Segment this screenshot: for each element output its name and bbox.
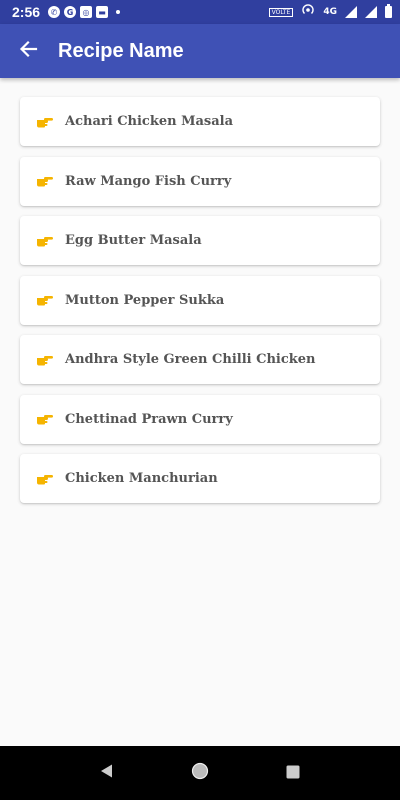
status-bar: 2:56 ✆ G ◎ ▬ VOLTE 4G: [0, 0, 400, 24]
page-title: Recipe Name: [58, 39, 184, 62]
recipe-label: Raw Mango Fish Curry: [65, 173, 232, 189]
recipe-item[interactable]: Achari Chicken Masala: [20, 97, 380, 146]
recipe-item[interactable]: Raw Mango Fish Curry: [20, 156, 380, 206]
recipe-item[interactable]: Egg Butter Masala: [20, 216, 380, 265]
google-icon: G: [64, 6, 77, 18]
app-bar: Recipe Name: [0, 24, 400, 78]
recipe-item[interactable]: Mutton Pepper Sukka: [20, 275, 380, 325]
circle-home-icon: [191, 762, 209, 784]
pointing-hand-icon: [36, 292, 56, 308]
nav-back-button[interactable]: [87, 753, 127, 793]
recipe-item[interactable]: Chicken Manchurian: [20, 454, 380, 503]
nav-home-button[interactable]: [180, 753, 220, 793]
pointing-hand-icon: [36, 233, 56, 249]
system-nav-bar: [0, 746, 400, 800]
signal-icon: [345, 6, 357, 18]
recipe-label: Chicken Manchurian: [65, 471, 218, 486]
pointing-hand-icon: [36, 471, 56, 487]
status-time: 2:56: [12, 4, 41, 20]
recipe-label: Chettinad Prawn Curry: [65, 411, 233, 427]
signal-no-service-icon: [365, 6, 377, 18]
back-button[interactable]: [0, 24, 56, 78]
recipe-list: Achari Chicken Masala Raw Mango Fish Cur…: [20, 97, 380, 514]
volte-icon: VOLTE: [268, 7, 294, 17]
triangle-back-icon: [99, 763, 115, 783]
more-notifications-icon: [116, 10, 121, 14]
whatsapp-icon: ✆: [48, 6, 61, 18]
network-type: 4G: [323, 6, 337, 17]
square-recents-icon: [286, 764, 300, 783]
recipe-label: Andhra Style Green Chilli Chicken: [65, 352, 316, 367]
pointing-hand-icon: [36, 173, 56, 189]
recipe-label: Egg Butter Masala: [65, 233, 202, 248]
recipe-item[interactable]: Andhra Style Green Chilli Chicken: [20, 335, 380, 384]
battery-icon: [385, 4, 392, 18]
pointing-hand-icon: [36, 114, 56, 130]
paytm-icon: ▬: [96, 6, 109, 18]
nav-recents-button[interactable]: [273, 753, 313, 793]
pointing-hand-icon: [36, 411, 56, 427]
hotspot-icon: [301, 3, 315, 21]
recipe-item[interactable]: Chettinad Prawn Curry: [20, 394, 380, 444]
recipe-label: Mutton Pepper Sukka: [65, 292, 225, 308]
arrow-back-icon: [18, 39, 38, 63]
pointing-hand-icon: [36, 352, 56, 368]
recipe-label: Achari Chicken Masala: [65, 114, 234, 129]
instagram-icon: ◎: [80, 6, 93, 18]
